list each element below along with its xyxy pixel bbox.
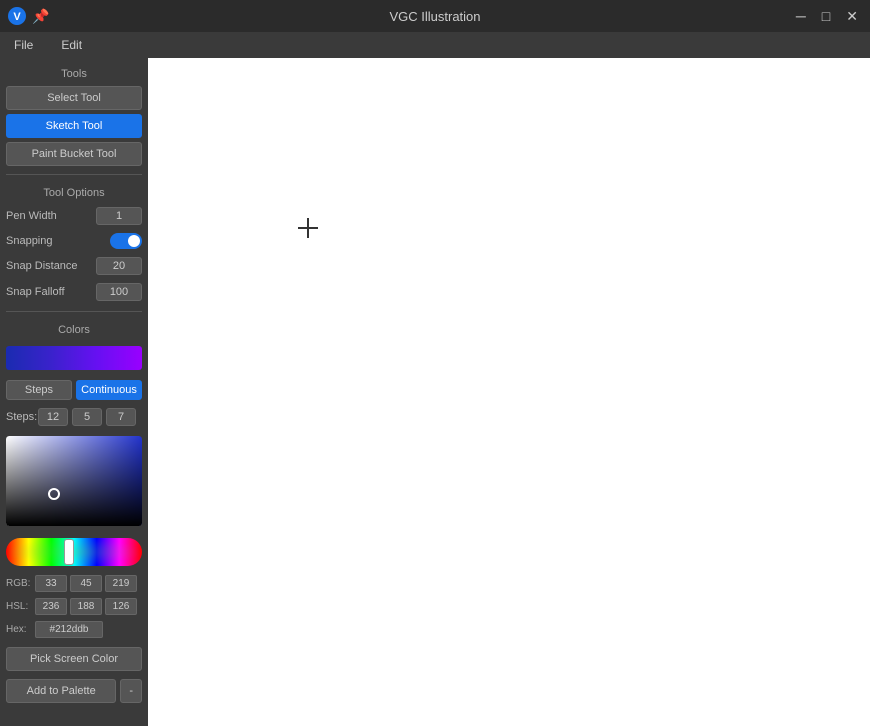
canvas-area[interactable] [148,58,870,726]
hsl-l-input[interactable] [105,598,137,615]
select-tool-button[interactable]: Select Tool [6,86,142,110]
app-logo: V [8,7,26,25]
close-button[interactable]: ✕ [842,7,862,25]
continuous-button[interactable]: Continuous [76,380,142,400]
add-palette-row: Add to Palette - [6,679,142,703]
snapping-row: Snapping [6,233,142,249]
snap-distance-row: Snap Distance [6,257,142,275]
steps-button[interactable]: Steps [6,380,72,400]
menubar: File Edit [0,32,870,58]
hex-row: Hex: [6,621,142,638]
rgb-label: RGB: [6,578,32,589]
add-to-palette-button[interactable]: Add to Palette [6,679,116,703]
color-swatch-bar [6,346,142,370]
menu-edit[interactable]: Edit [55,36,88,54]
hsl-s-input[interactable] [70,598,102,615]
pen-width-input[interactable] [96,207,142,225]
minimize-button[interactable]: ─ [792,7,810,25]
crosshair-cursor [298,218,318,238]
snap-distance-label: Snap Distance [6,260,78,272]
divider-1 [6,174,142,175]
snap-falloff-input[interactable] [96,283,142,301]
tools-section-title: Tools [6,68,142,80]
color-picker-square[interactable] [6,436,142,526]
hsl-label: HSL: [6,601,32,612]
hsl-h-input[interactable] [35,598,67,615]
step-1-input[interactable] [38,408,68,426]
pin-icon[interactable]: 📌 [32,8,49,25]
sketch-tool-button[interactable]: Sketch Tool [6,114,142,138]
steps-values-row: Steps: [6,408,142,426]
toggle-thumb [128,235,140,247]
titlebar-left: V 📌 [8,7,49,25]
snapping-toggle[interactable] [110,233,142,249]
snap-falloff-row: Snap Falloff [6,283,142,301]
hue-cursor [64,539,74,565]
colors-section-title: Colors [6,324,142,336]
sidebar: Tools Select Tool Sketch Tool Paint Buck… [0,58,148,726]
color-picker-cursor [48,488,60,500]
maximize-button[interactable]: □ [818,7,834,25]
remove-from-palette-button[interactable]: - [120,679,142,703]
snap-falloff-label: Snap Falloff [6,286,65,298]
divider-2 [6,311,142,312]
svg-text:V: V [13,11,21,23]
steps-prefix: Steps: [6,411,34,423]
main-layout: Tools Select Tool Sketch Tool Paint Buck… [0,58,870,726]
step-2-input[interactable] [72,408,102,426]
hex-input[interactable] [35,621,103,638]
rgb-row: RGB: [6,575,142,592]
snapping-label: Snapping [6,235,53,247]
rgb-g-input[interactable] [70,575,102,592]
rgb-r-input[interactable] [35,575,67,592]
tool-options-section-title: Tool Options [6,187,142,199]
hue-slider[interactable] [6,538,142,566]
app-title: VGC Illustration [389,9,480,24]
hue-slider-overlay [6,538,142,566]
hsl-row: HSL: [6,598,142,615]
snap-distance-input[interactable] [96,257,142,275]
rgb-b-input[interactable] [105,575,137,592]
pen-width-label: Pen Width [6,210,57,222]
step-3-input[interactable] [106,408,136,426]
paint-bucket-tool-button[interactable]: Paint Bucket Tool [6,142,142,166]
titlebar: V 📌 VGC Illustration ─ □ ✕ [0,0,870,32]
steps-continuous-row: Steps Continuous [6,380,142,400]
pen-width-row: Pen Width [6,207,142,225]
hex-label: Hex: [6,624,32,635]
menu-file[interactable]: File [8,36,39,54]
pick-screen-color-button[interactable]: Pick Screen Color [6,647,142,671]
window-controls: ─ □ ✕ [792,7,862,25]
